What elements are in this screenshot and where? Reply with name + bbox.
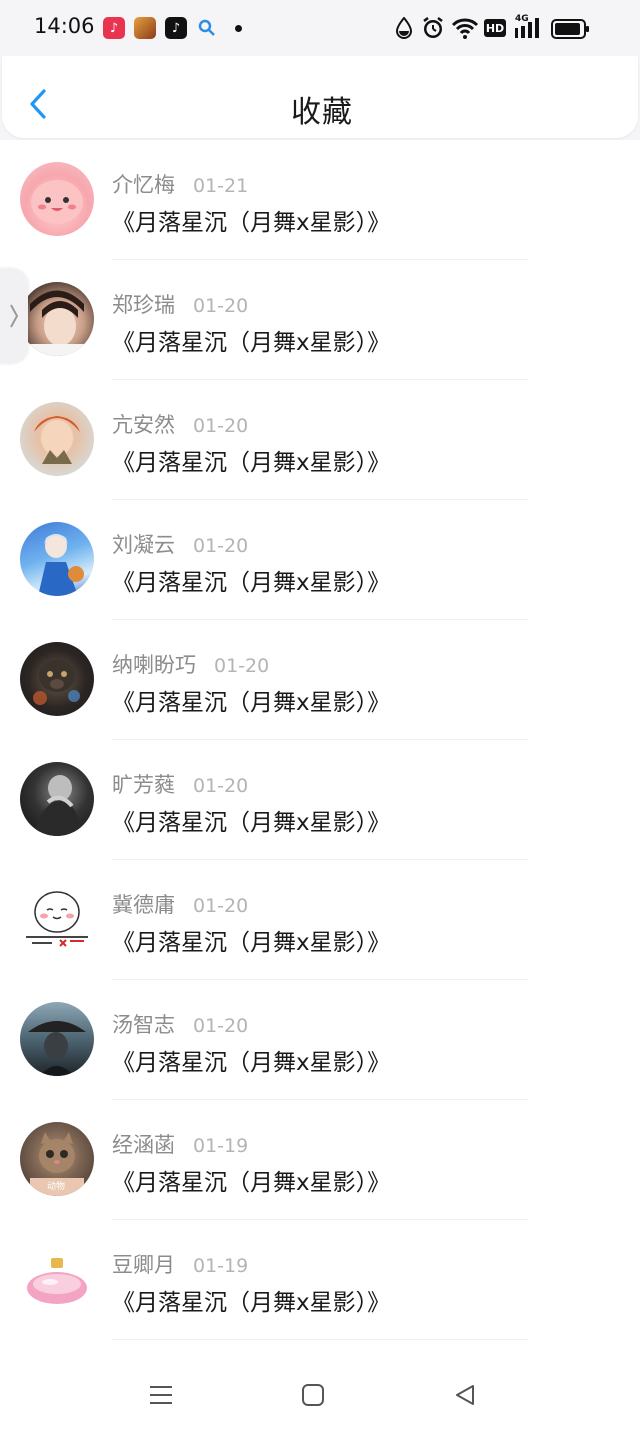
user-name: 刘凝云 xyxy=(112,533,175,557)
item-meta: 亢安然 01-20 xyxy=(112,409,248,439)
list-item[interactable]: 纳喇盼巧 01-20 《月落星沉（月舞x星影）》 xyxy=(0,620,640,740)
water-drop-icon xyxy=(395,16,413,43)
user-name: 豆卿月 xyxy=(112,1253,175,1277)
book-title[interactable]: 《月落星沉（月舞x星影）》 xyxy=(112,683,390,717)
item-date: 01-20 xyxy=(193,415,249,437)
hd-icon: HD xyxy=(484,19,506,37)
back-triangle-icon xyxy=(456,1385,474,1405)
svg-text:动物: 动物 xyxy=(47,1180,65,1192)
wifi-icon xyxy=(451,17,479,43)
favorites-list: 介忆梅 01-21 《月落星沉（月舞x星影）》 郑珍瑞 01-20 《月落星沉（月舞… xyxy=(0,140,640,1340)
avatar xyxy=(20,162,94,236)
avatar xyxy=(20,282,94,356)
item-meta: 经涵菡 01-19 xyxy=(112,1129,248,1159)
item-meta: 刘凝云 01-20 xyxy=(112,529,248,559)
divider xyxy=(112,1339,528,1340)
avatar xyxy=(20,762,94,836)
book-title[interactable]: 《月落星沉（月舞x星影）》 xyxy=(112,1283,390,1317)
item-date: 01-20 xyxy=(214,655,270,677)
list-item[interactable]: 介忆梅 01-21 《月落星沉（月舞x星影）》 xyxy=(0,140,640,260)
avatar xyxy=(20,882,94,956)
user-name: 经涵菡 xyxy=(112,1133,175,1157)
item-date: 01-20 xyxy=(193,295,249,317)
user-name: 郑珍瑞 xyxy=(112,293,175,317)
book-title[interactable]: 《月落星沉（月舞x星影）》 xyxy=(112,923,390,957)
item-date: 01-20 xyxy=(193,535,249,557)
header: 收藏 xyxy=(0,56,640,140)
avatar xyxy=(20,522,94,596)
battery-icon xyxy=(551,18,591,44)
item-meta: 介忆梅 01-21 xyxy=(112,169,248,199)
user-name: 汤智志 xyxy=(112,1013,175,1037)
user-name: 亢安然 xyxy=(112,413,175,437)
side-drawer-handle[interactable] xyxy=(0,268,28,364)
tiktok-app-icon: ♪ xyxy=(165,17,187,39)
item-date: 01-20 xyxy=(193,775,249,797)
notification-dot xyxy=(235,25,242,32)
list-item[interactable]: 郑珍瑞 01-20 《月落星沉（月舞x星影）》 xyxy=(0,260,640,380)
status-bar: 14:06 ♪ ♪ HD 4G xyxy=(0,0,640,56)
user-name: 冀德庸 xyxy=(112,893,175,917)
network-label: 4G xyxy=(515,14,529,24)
user-name: 旷芳蕤 xyxy=(112,773,175,797)
home-button[interactable] xyxy=(298,1380,328,1410)
item-date: 01-20 xyxy=(193,895,249,917)
list-item[interactable]: 旷芳蕤 01-20 《月落星沉（月舞x星影）》 xyxy=(0,740,640,860)
list-item[interactable]: 动物 经涵菡 01-19 《月落星沉（月舞x星影）》 xyxy=(0,1100,640,1220)
user-name: 介忆梅 xyxy=(112,173,175,197)
system-nav-bar xyxy=(0,1350,640,1433)
item-meta: 郑珍瑞 01-20 xyxy=(112,289,248,319)
item-meta: 豆卿月 01-19 xyxy=(112,1249,248,1279)
game-app-icon xyxy=(134,17,156,39)
book-title[interactable]: 《月落星沉（月舞x星影）》 xyxy=(112,203,390,237)
list-item[interactable]: 豆卿月 01-19 《月落星沉（月舞x星影）》 xyxy=(0,1220,640,1340)
search-app-icon xyxy=(196,17,218,39)
book-title[interactable]: 《月落星沉（月舞x星影）》 xyxy=(112,323,390,357)
book-title[interactable]: 《月落星沉（月舞x星影）》 xyxy=(112,563,390,597)
book-title[interactable]: 《月落星沉（月舞x星影）》 xyxy=(112,803,390,837)
item-meta: 冀德庸 01-20 xyxy=(112,889,248,919)
music-app-icon: ♪ xyxy=(103,17,125,39)
signal-icon: 4G xyxy=(513,14,545,44)
book-title[interactable]: 《月落星沉（月舞x星影）》 xyxy=(112,1043,390,1077)
menu-button[interactable] xyxy=(146,1380,176,1410)
book-title[interactable]: 《月落星沉（月舞x星影）》 xyxy=(112,443,390,477)
item-date: 01-19 xyxy=(193,1135,249,1157)
chevron-right-icon xyxy=(10,304,19,328)
list-item[interactable]: 冀德庸 01-20 《月落星沉（月舞x星影）》 xyxy=(0,860,640,980)
avatar xyxy=(20,642,94,716)
alarm-icon xyxy=(421,16,445,44)
avatar: 动物 xyxy=(20,1122,94,1196)
menu-icon xyxy=(150,1386,172,1404)
list-item[interactable]: 亢安然 01-20 《月落星沉（月舞x星影）》 xyxy=(0,380,640,500)
avatar xyxy=(20,1002,94,1076)
item-date: 01-20 xyxy=(193,1015,249,1037)
user-name: 纳喇盼巧 xyxy=(112,653,196,677)
status-time: 14:06 xyxy=(34,14,95,38)
avatar xyxy=(20,402,94,476)
item-meta: 旷芳蕤 01-20 xyxy=(112,769,248,799)
list-item[interactable]: 汤智志 01-20 《月落星沉（月舞x星影）》 xyxy=(0,980,640,1100)
home-icon xyxy=(302,1384,324,1406)
item-meta: 汤智志 01-20 xyxy=(112,1009,248,1039)
item-date: 01-21 xyxy=(193,175,249,197)
page-title: 收藏 xyxy=(291,95,353,130)
list-item[interactable]: 刘凝云 01-20 《月落星沉（月舞x星影）》 xyxy=(0,500,640,620)
avatar xyxy=(20,1242,94,1316)
header-card: 收藏 xyxy=(2,56,638,138)
back-nav-button[interactable] xyxy=(450,1380,480,1410)
item-date: 01-19 xyxy=(193,1255,249,1277)
item-meta: 纳喇盼巧 01-20 xyxy=(112,649,269,679)
book-title[interactable]: 《月落星沉（月舞x星影）》 xyxy=(112,1163,390,1197)
